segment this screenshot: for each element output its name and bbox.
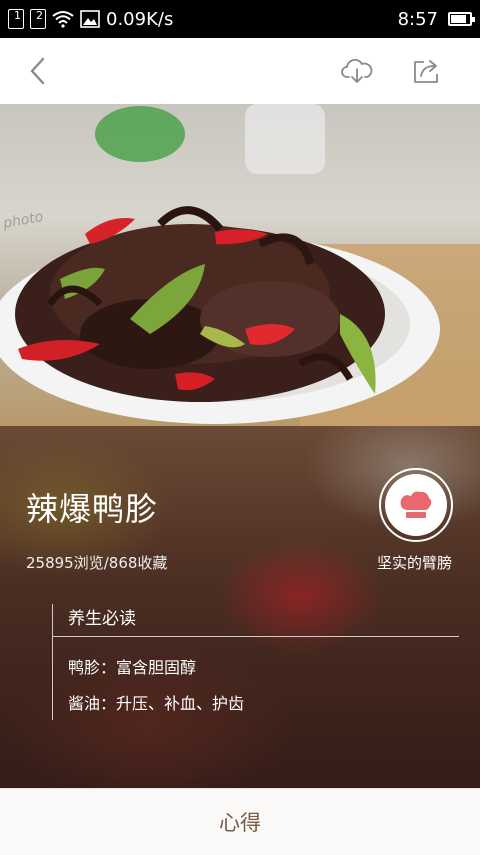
notes-button[interactable]: 心得	[0, 788, 480, 855]
recipe-stats: 25895浏览/868收藏	[26, 554, 168, 572]
chef-hat-icon	[400, 491, 432, 518]
status-right: 8:57	[397, 0, 475, 38]
tips-divider	[53, 636, 459, 637]
health-tips: 养生必读 鸭胗：富含胆固醇 酱油：升压、补血、护齿	[52, 604, 459, 720]
sim2-label: 2	[36, 9, 43, 22]
wifi-icon	[52, 11, 74, 28]
battery-icon	[448, 12, 475, 26]
sim1-label: 1	[14, 9, 21, 22]
cloud-download-icon	[341, 58, 373, 83]
dish-illustration	[0, 104, 480, 426]
status-bar: 1 2 0.09K/s 8:57	[0, 0, 480, 38]
recipe-info-panel: 辣爆鸭胗 25895浏览/868收藏 坚实的臂膀 养生必读 鸭胗：富含胆固醇 酱…	[0, 426, 480, 788]
avatar-circle	[385, 474, 447, 536]
tip-item: 酱油：升压、补血、护齿	[68, 694, 245, 713]
top-toolbar	[0, 38, 480, 105]
author-name[interactable]: 坚实的臂膀	[377, 552, 452, 573]
dish-photo: photo	[0, 104, 480, 426]
share-button[interactable]	[407, 51, 447, 91]
chevron-left-icon	[30, 57, 45, 85]
network-speed: 0.09K/s	[106, 8, 174, 30]
share-icon	[414, 60, 438, 83]
status-left: 1 2 0.09K/s	[8, 0, 173, 38]
recipe-title: 辣爆鸭胗	[26, 490, 159, 528]
clock: 8:57	[397, 8, 438, 30]
image-icon	[80, 10, 100, 28]
back-button[interactable]	[18, 51, 58, 91]
tips-header: 养生必读	[68, 609, 136, 629]
notes-label: 心得	[219, 811, 261, 835]
tip-item: 鸭胗：富含胆固醇	[68, 658, 197, 677]
sim2-icon: 2	[30, 9, 46, 29]
sim1-icon: 1	[8, 9, 24, 29]
download-button[interactable]	[337, 51, 377, 91]
author-avatar[interactable]	[379, 468, 453, 542]
